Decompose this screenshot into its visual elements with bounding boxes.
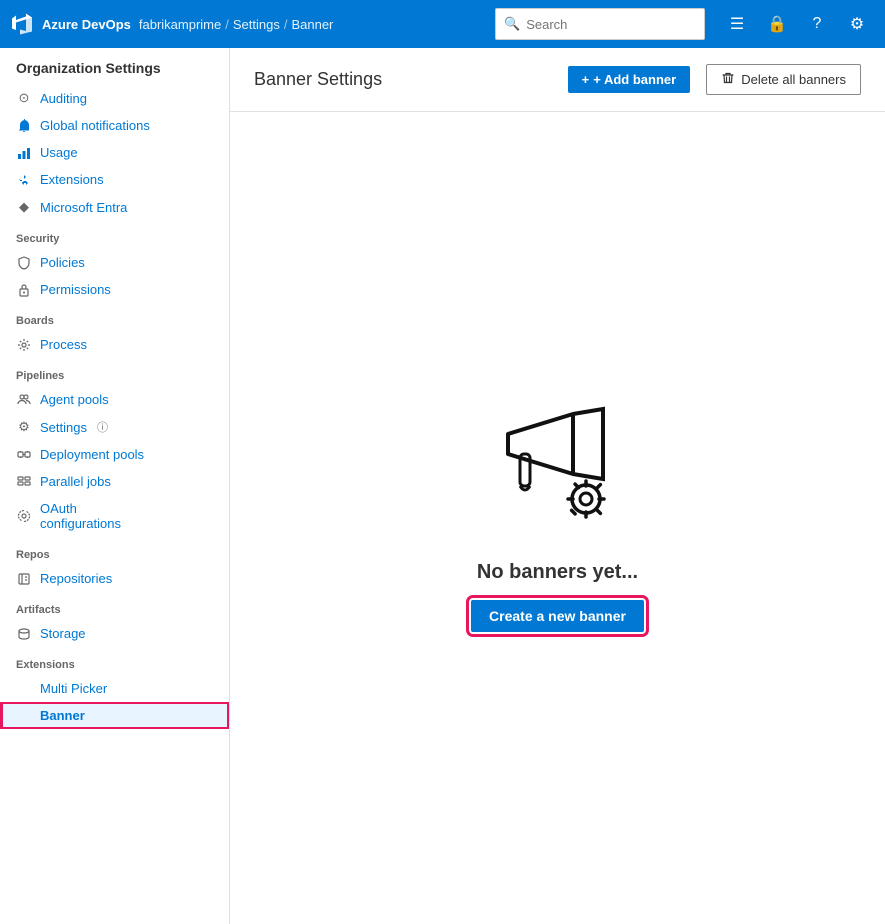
sidebar-section-extensions: Extensions Multi Picker Banner [0,647,229,729]
trash-icon [721,71,735,88]
notifications-icon [16,119,32,133]
sidebar-section-repos: Repos Repositories [0,537,229,592]
sidebar-item-parallel-jobs[interactable]: Parallel jobs [0,468,229,495]
repos-header: Repos [0,537,229,565]
sidebar-item-microsoft-entra[interactable]: ◆ Microsoft Entra [0,193,229,221]
security-header: Security [0,221,229,249]
oauth-icon [16,509,32,523]
sidebar-item-extensions[interactable]: Extensions [0,166,229,193]
extensions2-header: Extensions [0,647,229,675]
boards-header: Boards [0,303,229,331]
add-banner-button[interactable]: + + Add banner [568,66,691,93]
delete-all-banners-button[interactable]: Delete all banners [706,64,861,95]
azure-devops-logo [12,12,36,36]
content-body: No banners yet... Create a new banner [230,112,885,924]
deployment-pools-icon [16,448,32,462]
sidebar-item-policies[interactable]: Policies [0,249,229,276]
entra-icon: ◆ [16,199,32,215]
sidebar-section-general: ⊙ Auditing Global notifications Usage E [0,84,229,221]
agent-pools-icon [16,393,32,407]
settings-icon: ⚙ [16,419,32,435]
top-nav: Azure DevOps fabrikamprime / Settings / … [0,0,885,48]
sidebar-item-repositories[interactable]: Repositories [0,565,229,592]
help-icon[interactable]: ? [801,8,833,40]
sidebar-section-security: Security Policies Permissions [0,221,229,303]
list-icon[interactable]: ☰ [721,8,753,40]
create-new-banner-button[interactable]: Create a new banner [471,600,644,632]
auditing-icon: ⊙ [16,90,32,106]
sidebar-item-banner[interactable]: Banner [0,702,229,729]
sidebar-item-oauth-configurations[interactable]: OAuthconfigurations [0,495,229,537]
sidebar-item-settings[interactable]: ⚙ Settings ⓘ [0,413,229,441]
sidebar: Organization Settings ⊙ Auditing Global … [0,48,230,924]
sidebar-item-multi-picker[interactable]: Multi Picker [0,675,229,702]
search-icon: 🔍 [504,16,520,32]
nav-icons: ☰ 🔒 ? ⚙ [721,8,873,40]
empty-state: No banners yet... Create a new banner [471,404,644,632]
plus-icon: + [582,72,590,87]
artifacts-header: Artifacts [0,592,229,620]
sidebar-item-deployment-pools[interactable]: Deployment pools [0,441,229,468]
sidebar-item-process[interactable]: Process [0,331,229,358]
user-settings-icon[interactable]: ⚙ [841,8,873,40]
policies-icon [16,256,32,270]
breadcrumb: fabrikamprime / Settings / Banner [139,17,334,32]
settings-badge: ⓘ [97,419,108,435]
page-title: Banner Settings [254,69,552,90]
storage-icon [16,627,32,641]
empty-state-icon [478,404,638,537]
pipelines-header: Pipelines [0,358,229,386]
sidebar-section-pipelines: Pipelines Agent pools ⚙ Settings ⓘ Deplo… [0,358,229,537]
sidebar-section-artifacts: Artifacts Storage [0,592,229,647]
logo[interactable]: Azure DevOps [12,12,131,36]
sidebar-item-global-notifications[interactable]: Global notifications [0,112,229,139]
search-box[interactable]: 🔍 [495,8,705,40]
sidebar-item-usage[interactable]: Usage [0,139,229,166]
sidebar-title: Organization Settings [0,48,229,84]
content-header: Banner Settings + + Add banner Delete al… [230,48,885,112]
content-area: Banner Settings + + Add banner Delete al… [230,48,885,924]
parallel-jobs-icon [16,475,32,489]
main-layout: Organization Settings ⊙ Auditing Global … [0,48,885,924]
extensions-icon [16,173,32,187]
repositories-icon [16,572,32,586]
no-banners-title: No banners yet... [477,561,638,584]
permissions-icon [16,283,32,297]
process-icon [16,338,32,352]
sidebar-item-storage[interactable]: Storage [0,620,229,647]
sidebar-item-agent-pools[interactable]: Agent pools [0,386,229,413]
lock-icon[interactable]: 🔒 [761,8,793,40]
sidebar-section-boards: Boards Process [0,303,229,358]
sidebar-item-auditing[interactable]: ⊙ Auditing [0,84,229,112]
sidebar-item-permissions[interactable]: Permissions [0,276,229,303]
search-input[interactable] [526,17,696,32]
usage-icon [16,146,32,160]
